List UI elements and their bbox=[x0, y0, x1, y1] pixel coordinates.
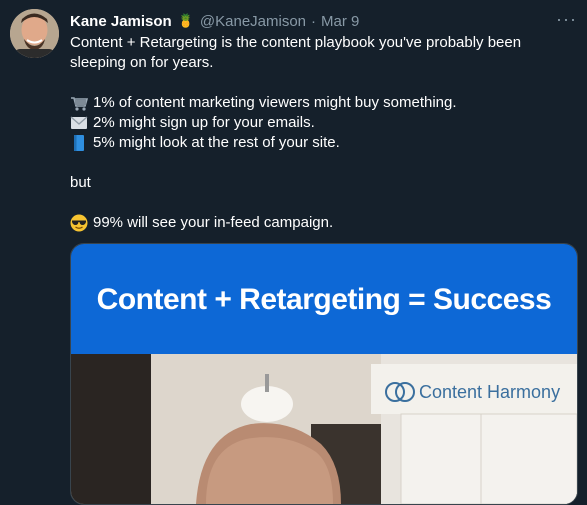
line-buy: 1% of content marketing viewers might bu… bbox=[70, 93, 575, 113]
emails-text: 2% might sign up for your emails. bbox=[93, 114, 315, 131]
author-handle[interactable]: @KaneJamison bbox=[200, 13, 306, 30]
author-name[interactable]: Kane Jamison bbox=[70, 13, 172, 30]
line-emails: 2% might sign up for your emails. bbox=[70, 113, 575, 133]
more-options-icon[interactable]: ··· bbox=[556, 10, 577, 28]
tweet-text: Content + Retargeting is the content pla… bbox=[70, 33, 575, 233]
buy-text: 1% of content marketing viewers might bu… bbox=[93, 94, 457, 111]
tweet-header: Kane Jamison 🍍 @KaneJamison · Mar 9 ··· bbox=[70, 10, 577, 32]
video-scene: Content Harmony bbox=[71, 354, 577, 504]
site-text: 5% might look at the rest of your site. bbox=[93, 134, 340, 151]
banner-title: Content + Retargeting = Success bbox=[96, 283, 552, 316]
separator: · bbox=[311, 12, 317, 30]
avatar[interactable] bbox=[10, 9, 59, 58]
envelope-icon bbox=[70, 114, 88, 132]
line-site: 5% might look at the rest of your site. bbox=[70, 133, 575, 153]
blue-book-icon bbox=[70, 134, 88, 152]
brand-watermark: Content Harmony bbox=[383, 374, 560, 410]
pineapple-icon: 🍍 bbox=[177, 13, 194, 28]
campaign-text: 99% will see your in-feed campaign. bbox=[93, 214, 334, 231]
line-campaign: 99% will see your in-feed campaign. bbox=[70, 213, 575, 233]
tweet-media[interactable]: Content + Retargeting = Success Content … bbox=[70, 243, 578, 505]
brand-name: Content Harmony bbox=[419, 381, 561, 402]
video-banner: Content + Retargeting = Success bbox=[71, 244, 577, 354]
shopping-cart-icon bbox=[70, 94, 89, 112]
sunglasses-face-icon bbox=[70, 214, 88, 232]
tweet-date[interactable]: Mar 9 bbox=[321, 13, 359, 30]
but-text: but bbox=[70, 174, 91, 191]
intro-text: Content + Retargeting is the content pla… bbox=[70, 34, 522, 71]
content-harmony-logo-icon bbox=[385, 382, 415, 402]
